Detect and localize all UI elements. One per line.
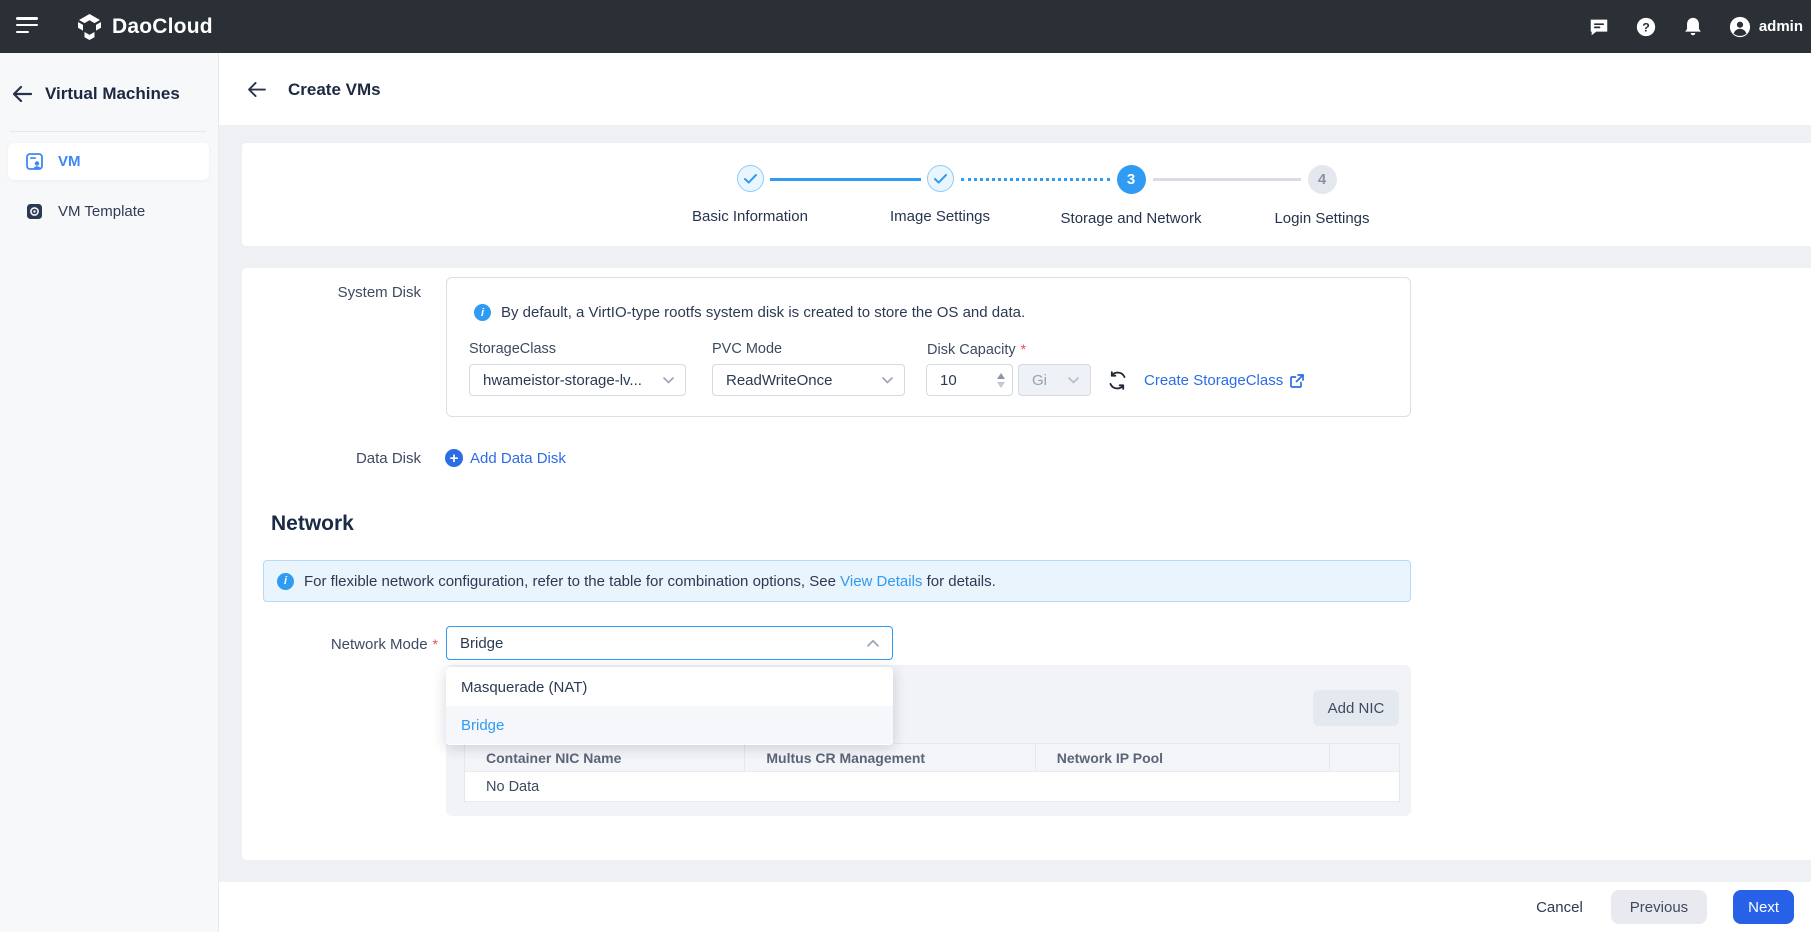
step-number: 4 bbox=[1307, 165, 1337, 194]
system-disk-fieldset: i By default, a VirtIO-type rootfs syste… bbox=[446, 277, 1411, 417]
sidebar-title: Virtual Machines bbox=[45, 84, 180, 103]
create-storageclass-link[interactable]: Create StorageClass bbox=[1144, 372, 1305, 389]
disk-capacity-label: Disk Capacity * bbox=[927, 341, 1027, 358]
sidebar-back-icon[interactable] bbox=[13, 86, 32, 102]
network-mode-select[interactable]: Bridge bbox=[446, 626, 893, 660]
avatar-icon bbox=[1729, 16, 1751, 38]
banner-text: For flexible network configuration, refe… bbox=[304, 572, 996, 590]
network-mode-label: Network Mode * bbox=[330, 636, 438, 653]
nic-table-header: Container NIC Name Multus CR Management … bbox=[465, 744, 1399, 771]
footer-actions: Cancel Previous Next bbox=[219, 882, 1811, 932]
brand-name: DaoCloud bbox=[112, 14, 213, 38]
step-login-settings: 4 Login Settings bbox=[1212, 165, 1432, 227]
view-details-link[interactable]: View Details bbox=[840, 573, 922, 590]
svg-text:?: ? bbox=[1642, 20, 1650, 34]
page-header: Create VMs bbox=[219, 53, 1811, 125]
form-card: System Disk i By default, a VirtIO-type … bbox=[242, 268, 1811, 860]
brand: DaoCloud bbox=[76, 0, 213, 53]
vm-template-icon bbox=[26, 203, 43, 220]
chevron-down-icon bbox=[663, 376, 674, 384]
previous-button[interactable]: Previous bbox=[1610, 890, 1708, 924]
page-back-icon[interactable] bbox=[245, 77, 269, 101]
user-menu[interactable]: admin bbox=[1729, 16, 1803, 38]
chevron-down-icon bbox=[882, 376, 893, 384]
system-disk-info: i By default, a VirtIO-type rootfs syste… bbox=[474, 304, 1025, 321]
option-bridge[interactable]: Bridge bbox=[446, 706, 893, 744]
storageclass-select[interactable]: hwameistor-storage-lv... bbox=[469, 364, 686, 396]
step-number: 3 bbox=[1116, 165, 1146, 194]
add-data-disk-link[interactable]: + Add Data Disk bbox=[445, 449, 566, 467]
step-label: Basic Information bbox=[692, 208, 808, 225]
sidebar-item-label: VM bbox=[58, 153, 81, 170]
step-label: Image Settings bbox=[889, 208, 991, 225]
number-stepper[interactable] bbox=[997, 372, 1005, 388]
step-done-check-icon bbox=[926, 165, 954, 192]
storageclass-label: StorageClass bbox=[469, 341, 557, 357]
system-disk-info-text: By default, a VirtIO-type rootfs system … bbox=[501, 304, 1026, 321]
sidebar-item-vm-template[interactable]: VM Template bbox=[8, 193, 209, 230]
capacity-unit-select: Gi bbox=[1018, 364, 1091, 396]
notifications-bell-icon[interactable] bbox=[1682, 16, 1704, 38]
nic-table-empty-row: No Data bbox=[465, 771, 1399, 802]
step-done-check-icon bbox=[736, 165, 764, 192]
menu-toggle-icon[interactable] bbox=[16, 17, 40, 36]
chevron-up-icon bbox=[867, 639, 879, 647]
vm-icon bbox=[26, 153, 43, 170]
refresh-icon[interactable] bbox=[1104, 367, 1130, 393]
username: admin bbox=[1758, 18, 1803, 35]
required-asterisk: * bbox=[432, 636, 438, 652]
sidebar-item-label: VM Template bbox=[58, 203, 146, 220]
messages-icon[interactable] bbox=[1588, 16, 1610, 38]
system-disk-label: System Disk bbox=[337, 284, 421, 301]
column-container-nic-name: Container NIC Name bbox=[465, 744, 746, 771]
info-icon: i bbox=[474, 304, 491, 321]
pvc-mode-select[interactable]: ReadWriteOnce bbox=[712, 364, 905, 396]
navbar-actions: ? admin bbox=[1588, 0, 1803, 53]
daocloud-logo-icon bbox=[76, 13, 103, 41]
sidebar: Virtual Machines VM VM Template bbox=[0, 53, 219, 932]
plus-circle-icon: + bbox=[445, 449, 463, 467]
step-image-settings: Image Settings bbox=[830, 165, 1050, 225]
column-network-ip-pool: Network IP Pool bbox=[1036, 744, 1331, 771]
sidebar-item-vm[interactable]: VM bbox=[8, 143, 209, 180]
add-nic-button[interactable]: Add NIC bbox=[1313, 690, 1399, 726]
network-mode-dropdown: Masquerade (NAT) Bridge bbox=[446, 667, 893, 745]
data-disk-label: Data Disk bbox=[355, 450, 421, 467]
stepper: Basic Information Image Settings 3 Stora… bbox=[242, 143, 1811, 246]
network-section-heading: Network bbox=[271, 512, 354, 535]
step-label: Login Settings bbox=[1274, 210, 1370, 227]
page-title: Create VMs bbox=[288, 80, 381, 99]
top-navbar: DaoCloud ? admin bbox=[0, 0, 1811, 53]
step-label: Storage and Network bbox=[1060, 210, 1202, 227]
info-icon: i bbox=[277, 572, 294, 590]
step-storage-and-network: 3 Storage and Network bbox=[1021, 165, 1241, 227]
help-icon[interactable]: ? bbox=[1635, 16, 1657, 38]
cancel-button[interactable]: Cancel bbox=[1534, 890, 1585, 924]
step-basic-information: Basic Information bbox=[640, 165, 860, 225]
column-actions bbox=[1330, 744, 1399, 771]
option-masquerade-nat[interactable]: Masquerade (NAT) bbox=[446, 668, 893, 706]
next-button[interactable]: Next bbox=[1733, 890, 1794, 924]
disk-capacity-input[interactable]: 10 bbox=[926, 364, 1013, 396]
external-link-icon bbox=[1290, 373, 1305, 388]
network-info-banner: i For flexible network configuration, re… bbox=[263, 560, 1411, 602]
chevron-down-icon bbox=[1068, 376, 1079, 384]
pvc-mode-label: PVC Mode bbox=[712, 341, 783, 357]
column-multus-cr-management: Multus CR Management bbox=[745, 744, 1036, 771]
required-asterisk: * bbox=[1020, 341, 1027, 357]
nic-table: Container NIC Name Multus CR Management … bbox=[464, 743, 1400, 802]
sidebar-divider bbox=[10, 131, 206, 132]
